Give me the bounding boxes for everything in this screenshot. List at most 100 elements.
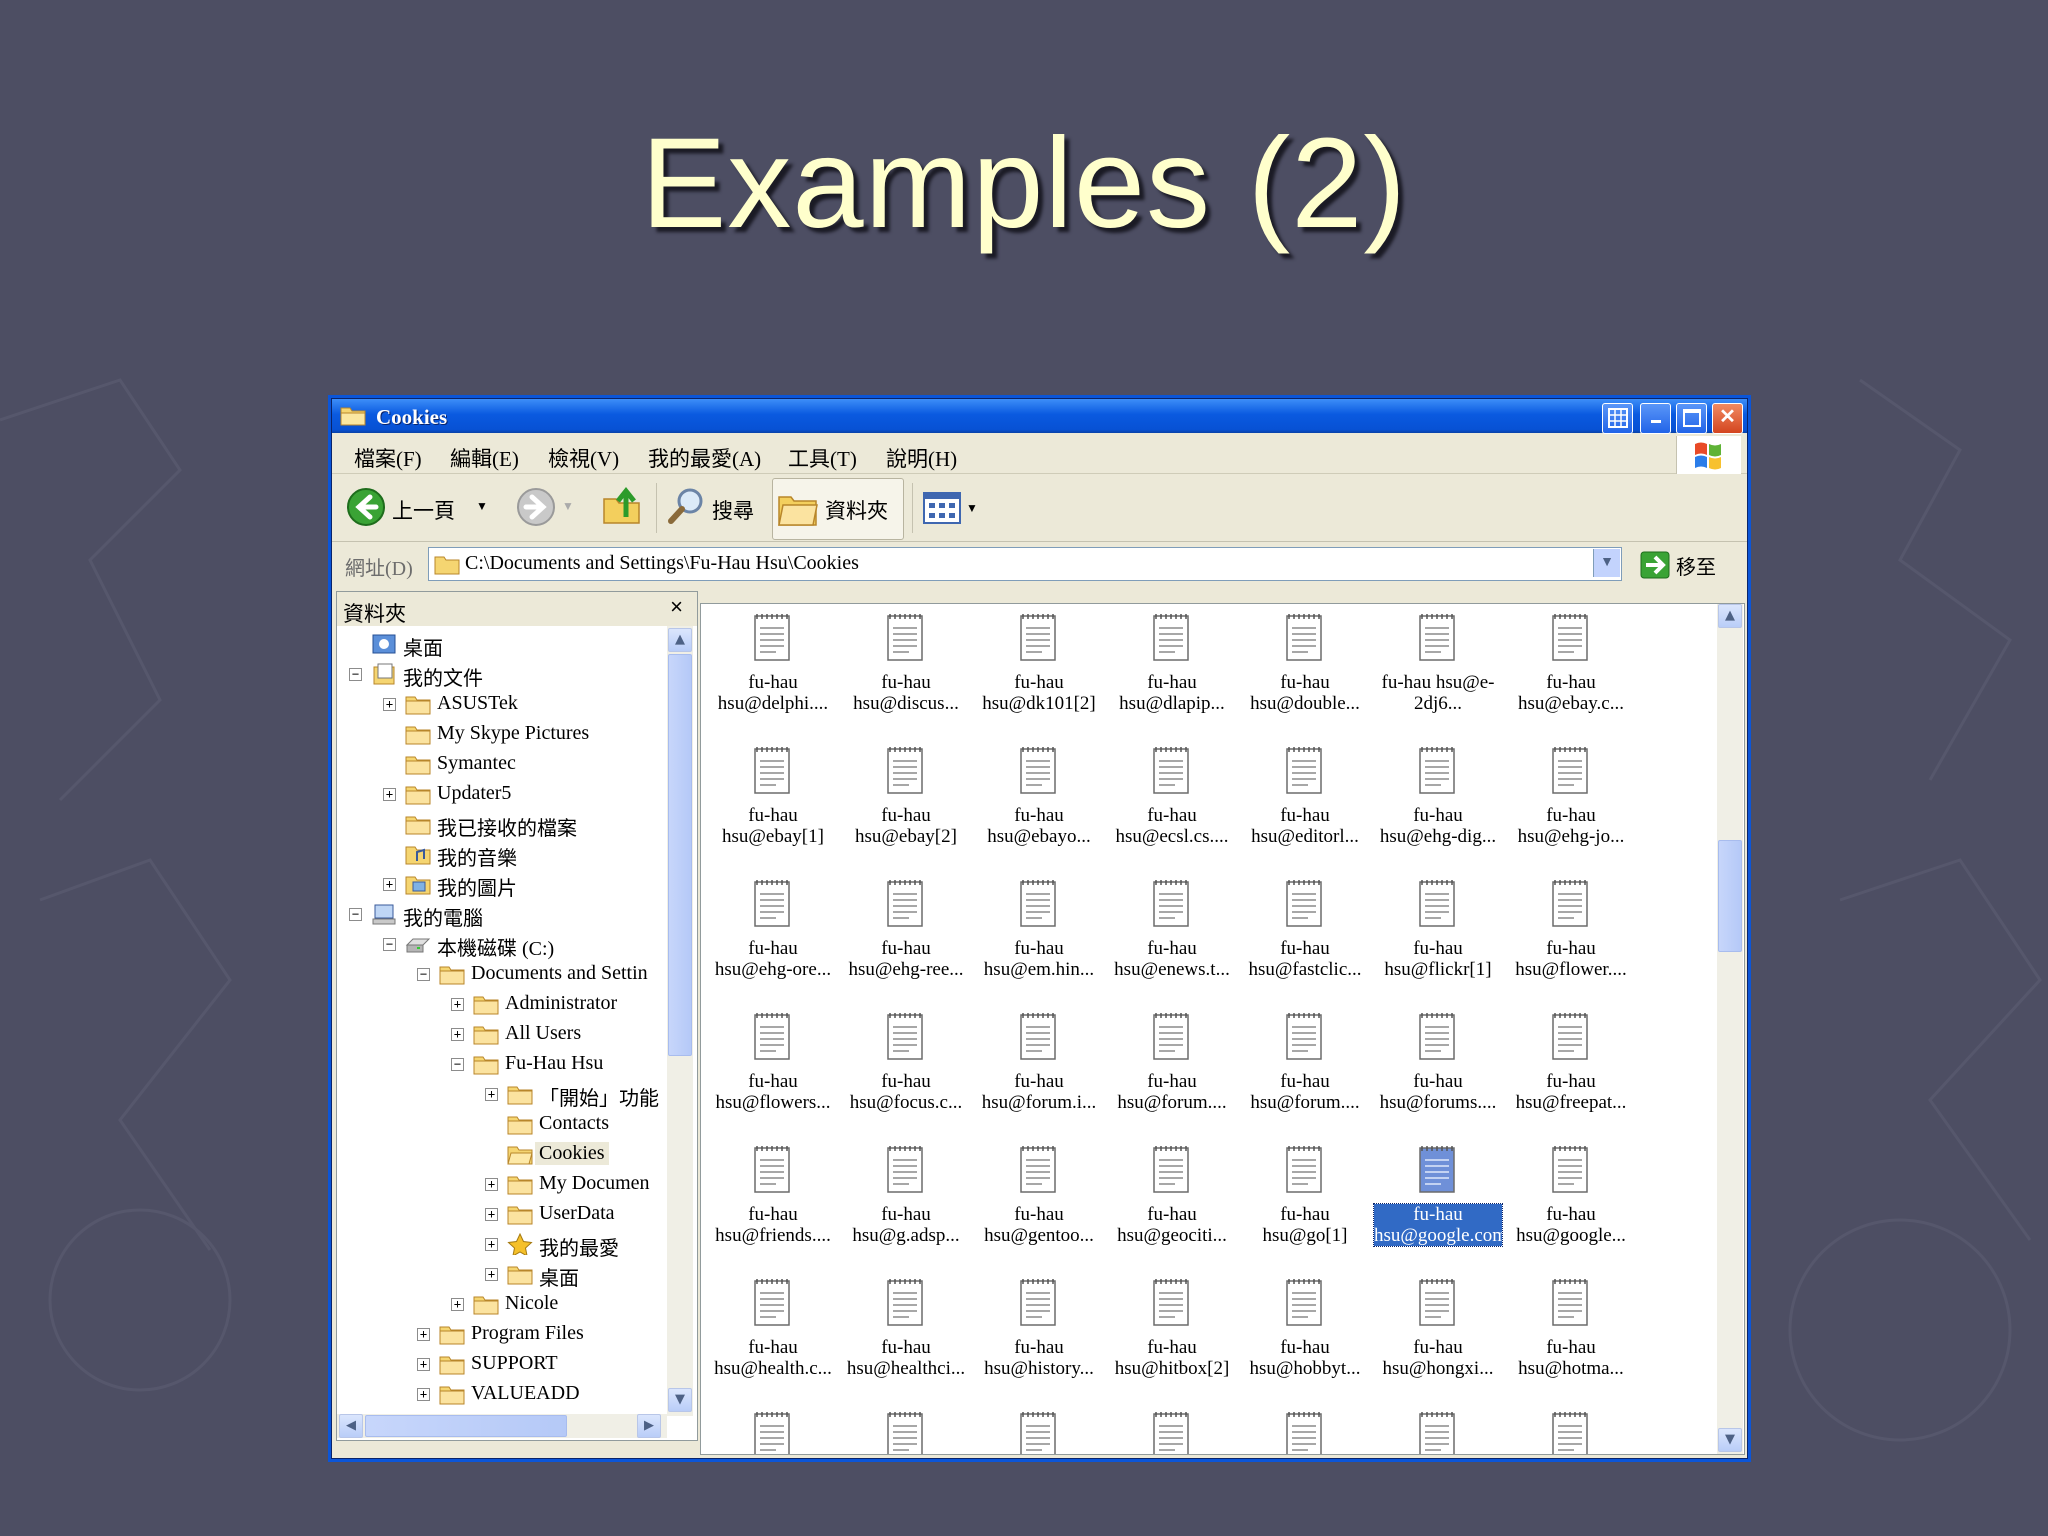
address-dropdown-button[interactable]: ▼ [1593, 549, 1620, 577]
cookie-file-item[interactable] [1106, 1400, 1238, 1454]
scroll-thumb[interactable] [668, 654, 692, 1056]
menu-tools[interactable]: 工具(T) [788, 443, 857, 473]
cookie-file-item[interactable]: fu-hau hsu@ebay.c... [1505, 604, 1637, 732]
cookie-file-item[interactable]: fu-hau hsu@dk101[2] [973, 604, 1105, 732]
expand-icon[interactable]: + [383, 698, 396, 711]
menu-file[interactable]: 檔案(F) [354, 443, 422, 473]
title-bar[interactable]: Cookies ✕ [332, 399, 1747, 434]
cookie-file-item[interactable]: fu-hau hsu@hobbyt... [1239, 1267, 1371, 1397]
cookie-file-item[interactable] [973, 1400, 1105, 1454]
cookie-file-item[interactable]: fu-hau hsu@hitbox[2] [1106, 1267, 1238, 1397]
cookie-file-item[interactable]: fu-hau hsu@editorl... [1239, 735, 1371, 865]
cookie-file-item[interactable]: fu-hau hsu@healthci... [840, 1267, 972, 1397]
cookie-file-item[interactable]: fu-hau hsu@geociti... [1106, 1134, 1238, 1264]
collapse-icon[interactable]: − [383, 938, 396, 951]
cookie-file-item[interactable]: fu-hau hsu@friends.... [707, 1134, 839, 1264]
cookie-file-item[interactable] [707, 1400, 839, 1454]
menu-help[interactable]: 說明(H) [886, 443, 957, 473]
expand-icon[interactable]: + [485, 1178, 498, 1191]
cookie-file-item[interactable]: fu-hau hsu@history... [973, 1267, 1105, 1397]
expand-icon[interactable]: + [417, 1388, 430, 1401]
cookie-file-item[interactable]: fu-hau hsu@focus.c... [840, 1001, 972, 1131]
file-pane-vertical-scrollbar[interactable]: ▲ ▼ [1717, 604, 1743, 1454]
cookie-file-item[interactable]: fu-hau hsu@flowers... [707, 1001, 839, 1131]
collapse-icon[interactable]: − [417, 968, 430, 981]
expand-icon[interactable]: + [417, 1328, 430, 1341]
expand-icon[interactable]: + [451, 1298, 464, 1311]
cookie-file-item[interactable]: fu-hau hsu@ehg-ree... [840, 868, 972, 998]
folder-pane-vertical-scrollbar[interactable]: ▲ ▼ [667, 626, 693, 1416]
cookie-file-item[interactable]: fu-hau hsu@flickr[1] [1372, 868, 1504, 998]
cookie-file-item[interactable]: fu-hau hsu@ecsl.cs.... [1106, 735, 1238, 865]
cookie-file-item[interactable]: fu-hau hsu@hongxi... [1372, 1267, 1504, 1397]
cookie-file-item[interactable]: fu-hau hsu@ehg-jo... [1505, 735, 1637, 865]
cookie-file-item[interactable] [840, 1400, 972, 1454]
back-dropdown-icon[interactable]: ▼ [476, 499, 488, 514]
cookie-file-item[interactable]: fu-hau hsu@enews.t... [1106, 868, 1238, 998]
expand-icon[interactable]: + [451, 1028, 464, 1041]
cookie-file-item[interactable]: fu-hau hsu@ebayo... [973, 735, 1105, 865]
cookie-file-item[interactable]: fu-hau hsu@ehg-ore... [707, 868, 839, 998]
expand-icon[interactable]: + [485, 1268, 498, 1281]
expand-icon[interactable]: + [417, 1358, 430, 1371]
cookie-file-item[interactable]: fu-hau hsu@ebay[2] [840, 735, 972, 865]
views-button[interactable]: ▼ [922, 481, 982, 535]
maximize-button[interactable] [1676, 403, 1707, 434]
cookie-file-item[interactable]: fu-hau hsu@delphi.... [707, 604, 839, 732]
scroll-up-button[interactable]: ▲ [1718, 604, 1742, 628]
forward-button[interactable]: ▼ [516, 481, 576, 535]
cookie-file-item[interactable]: fu-hau hsu@forum.... [1239, 1001, 1371, 1131]
collapse-icon[interactable]: − [349, 908, 362, 921]
cookie-file-item[interactable]: fu-hau hsu@flower.... [1505, 868, 1637, 998]
folders-button[interactable]: 資料夾 [772, 478, 904, 540]
cookie-file-item[interactable]: fu-hau hsu@double... [1239, 604, 1371, 732]
close-button[interactable]: ✕ [1712, 403, 1743, 434]
cookie-file-item[interactable]: fu-hau hsu@dlapip... [1106, 604, 1238, 732]
collapse-icon[interactable]: − [451, 1058, 464, 1071]
cookie-file-item[interactable]: fu-hau hsu@go[1] [1239, 1134, 1371, 1264]
folder-pane-horizontal-scrollbar[interactable]: ◀ ▶ [337, 1414, 667, 1438]
scroll-down-button[interactable]: ▼ [1718, 1428, 1742, 1452]
grid-view-button[interactable] [1602, 403, 1633, 434]
cookie-file-item[interactable]: fu-hau hsu@e-2dj6... [1372, 604, 1504, 732]
expand-icon[interactable]: + [451, 998, 464, 1011]
expand-icon[interactable]: + [383, 788, 396, 801]
cookie-file-item[interactable] [1372, 1400, 1504, 1454]
folder-pane-close-icon[interactable]: × [670, 594, 683, 620]
address-input[interactable]: C:\Documents and Settings\Fu-Hau Hsu\Coo… [428, 547, 1622, 581]
search-button[interactable]: 搜尋 [666, 481, 766, 535]
cookie-file-item[interactable] [1239, 1400, 1371, 1454]
expand-icon[interactable]: + [485, 1088, 498, 1101]
cookie-file-item[interactable] [1505, 1400, 1637, 1454]
scroll-thumb[interactable] [365, 1415, 567, 1437]
menu-edit[interactable]: 編輯(E) [450, 443, 519, 473]
scroll-down-button[interactable]: ▼ [668, 1388, 692, 1412]
scroll-up-button[interactable]: ▲ [668, 628, 692, 652]
scroll-left-button[interactable]: ◀ [339, 1414, 363, 1438]
cookie-file-item[interactable]: fu-hau hsu@google... [1505, 1134, 1637, 1264]
scroll-right-button[interactable]: ▶ [637, 1414, 661, 1438]
cookie-file-item[interactable]: fu-hau hsu@gentoo... [973, 1134, 1105, 1264]
menu-favorites[interactable]: 我的最愛(A) [648, 443, 761, 473]
cookie-file-item[interactable]: fu-hau hsu@health.c... [707, 1267, 839, 1397]
cookie-file-item[interactable]: fu-hau hsu@em.hin... [973, 868, 1105, 998]
cookie-file-item[interactable]: fu-hau hsu@forums.... [1372, 1001, 1504, 1131]
expand-icon[interactable]: + [485, 1208, 498, 1221]
collapse-icon[interactable]: − [349, 668, 362, 681]
cookie-file-item[interactable]: fu-hau hsu@forum.... [1106, 1001, 1238, 1131]
cookie-file-item[interactable]: fu-hau hsu@freepat... [1505, 1001, 1637, 1131]
minimize-button[interactable] [1640, 403, 1671, 434]
cookie-file-item[interactable]: fu-hau hsu@discus... [840, 604, 972, 732]
go-button[interactable]: 移至 [1640, 551, 1740, 581]
cookie-file-item[interactable]: fu-hau hsu@forum.i... [973, 1001, 1105, 1131]
expand-icon[interactable]: + [485, 1238, 498, 1251]
cookie-file-item[interactable]: fu-hau hsu@g.adsp... [840, 1134, 972, 1264]
menu-view[interactable]: 檢視(V) [548, 443, 619, 473]
cookie-file-item[interactable]: fu-hau hsu@fastclic... [1239, 868, 1371, 998]
cookie-file-item[interactable]: fu-hau hsu@ehg-dig... [1372, 735, 1504, 865]
scroll-thumb[interactable] [1718, 840, 1742, 952]
cookie-file-item[interactable]: fu-hau hsu@google.com[2] [1372, 1134, 1529, 1264]
cookie-file-item[interactable]: fu-hau hsu@hotma... [1505, 1267, 1637, 1397]
cookie-file-item[interactable]: fu-hau hsu@ebay[1] [707, 735, 839, 865]
back-button[interactable]: 上一頁 ▼ [346, 481, 496, 535]
